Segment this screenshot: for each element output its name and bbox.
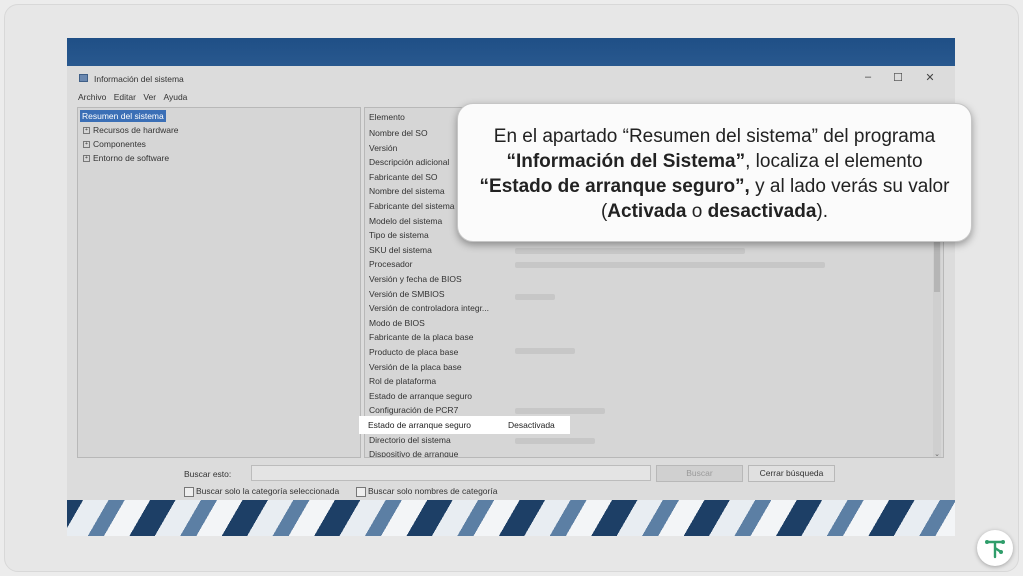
list-item[interactable]: Producto de placa base xyxy=(369,347,458,357)
list-item[interactable]: Fabricante de la placa base xyxy=(369,332,473,342)
list-item[interactable]: Descripción adicional xyxy=(369,157,449,167)
minimize-icon[interactable]: – xyxy=(858,71,878,83)
expand-icon[interactable]: + xyxy=(83,127,90,135)
search-input[interactable] xyxy=(251,465,651,481)
tree-item-hardware[interactable]: + Recursos de hardware xyxy=(83,125,179,135)
checkbox-label: Buscar solo nombres de categoría xyxy=(368,486,498,496)
secure-boot-value: Desactivada xyxy=(508,420,555,430)
tree-item-resumen[interactable]: Resumen del sistema xyxy=(80,110,166,122)
checkbox-category-names[interactable]: Buscar solo nombres de categoría xyxy=(356,486,497,497)
expand-icon[interactable]: + xyxy=(83,141,90,149)
list-item[interactable]: Configuración de PCR7 xyxy=(369,405,458,415)
list-item[interactable]: Versión de la placa base xyxy=(369,362,462,372)
list-item[interactable]: Modelo del sistema xyxy=(369,216,442,226)
menu-bar: Archivo Editar Ver Ayuda xyxy=(78,92,192,102)
value-placeholder xyxy=(515,408,605,414)
title-bar: Información del sistema – ☐ ✕ xyxy=(67,66,955,90)
list-item[interactable]: Procesador xyxy=(369,259,412,269)
list-item[interactable]: Fabricante del sistema xyxy=(369,201,455,211)
category-tree: Resumen del sistema + Recursos de hardwar… xyxy=(77,107,361,458)
list-item[interactable]: Versión xyxy=(369,143,397,153)
callout-text: o xyxy=(686,201,708,222)
menu-archivo[interactable]: Archivo xyxy=(78,92,106,102)
callout-bold-desactivada: desactivada xyxy=(707,201,817,222)
list-item[interactable]: Modo de BIOS xyxy=(369,318,425,328)
list-item[interactable]: Tipo de sistema xyxy=(369,230,429,240)
value-placeholder xyxy=(515,294,555,300)
list-item[interactable]: Fabricante del SO xyxy=(369,172,438,182)
callout-text: ). xyxy=(816,201,829,222)
tree-item-label: Componentes xyxy=(93,139,146,149)
list-item[interactable]: Versión y fecha de BIOS xyxy=(369,274,462,284)
chevron-down-icon[interactable]: ⌄ xyxy=(933,450,941,457)
value-placeholder xyxy=(515,262,825,268)
list-item[interactable]: Rol de plataforma xyxy=(369,376,436,386)
callout-bold-activada: Activada xyxy=(607,201,687,222)
window-title: Información del sistema xyxy=(94,74,184,84)
menu-ver[interactable]: Ver xyxy=(143,92,156,102)
brand-logo-icon xyxy=(977,530,1013,566)
secure-boot-label: Estado de arranque seguro xyxy=(368,420,472,430)
close-icon[interactable]: ✕ xyxy=(920,71,940,84)
list-item[interactable]: Estado de arranque seguro xyxy=(369,391,472,401)
checkbox-label: Buscar solo la categoría seleccionada xyxy=(196,486,340,496)
list-item[interactable]: Versión de SMBIOS xyxy=(369,289,445,299)
menu-editar[interactable]: Editar xyxy=(114,92,136,102)
list-item[interactable]: Directorio del sistema xyxy=(369,435,451,445)
tree-item-software[interactable]: + Entorno de software xyxy=(83,153,169,163)
value-placeholder xyxy=(515,348,575,354)
close-search-button[interactable]: Cerrar búsqueda xyxy=(748,465,835,482)
vertical-scrollbar[interactable]: ⌄ xyxy=(933,220,941,457)
value-placeholder xyxy=(515,438,595,444)
find-button[interactable]: Buscar xyxy=(656,465,743,482)
column-header-elemento[interactable]: Elemento xyxy=(369,112,405,122)
maximize-icon[interactable]: ☐ xyxy=(888,71,908,84)
list-item[interactable]: Nombre del SO xyxy=(369,128,428,138)
menu-ayuda[interactable]: Ayuda xyxy=(163,92,187,102)
secure-boot-row[interactable]: Estado de arranque seguro Desactivada xyxy=(359,416,570,434)
instruction-callout: En el apartado “Resumen del sistema” del… xyxy=(457,103,972,242)
tree-item-label: Recursos de hardware xyxy=(93,125,179,135)
callout-bold-program: “Información del Sistema” xyxy=(506,151,746,172)
callout-text: , localiza el elemento xyxy=(745,151,923,172)
checkbox-selected-category[interactable]: Buscar solo la categoría seleccionada xyxy=(184,486,339,497)
list-item[interactable]: Dispositivo de arranque xyxy=(369,449,458,457)
list-item[interactable]: Versión de controladora integr... xyxy=(369,303,489,313)
list-item[interactable]: SKU del sistema xyxy=(369,245,432,255)
checkbox-icon[interactable] xyxy=(184,486,194,497)
value-placeholder xyxy=(515,248,745,254)
system-info-icon xyxy=(79,74,88,82)
callout-text: En el apartado “Resumen del sistema” del… xyxy=(493,126,936,147)
expand-icon[interactable]: + xyxy=(83,155,90,163)
checkbox-icon[interactable] xyxy=(356,486,366,497)
callout-bold-element: “Estado de arranque seguro”, xyxy=(479,176,750,197)
tree-item-componentes[interactable]: + Componentes xyxy=(83,139,146,149)
search-label: Buscar esto: xyxy=(184,469,232,479)
scroll-thumb[interactable] xyxy=(934,242,940,292)
list-item[interactable]: Nombre del sistema xyxy=(369,186,445,196)
tree-item-label: Entorno de software xyxy=(93,153,170,163)
search-bar: Buscar esto: Buscar Cerrar búsqueda Busc… xyxy=(67,458,955,500)
